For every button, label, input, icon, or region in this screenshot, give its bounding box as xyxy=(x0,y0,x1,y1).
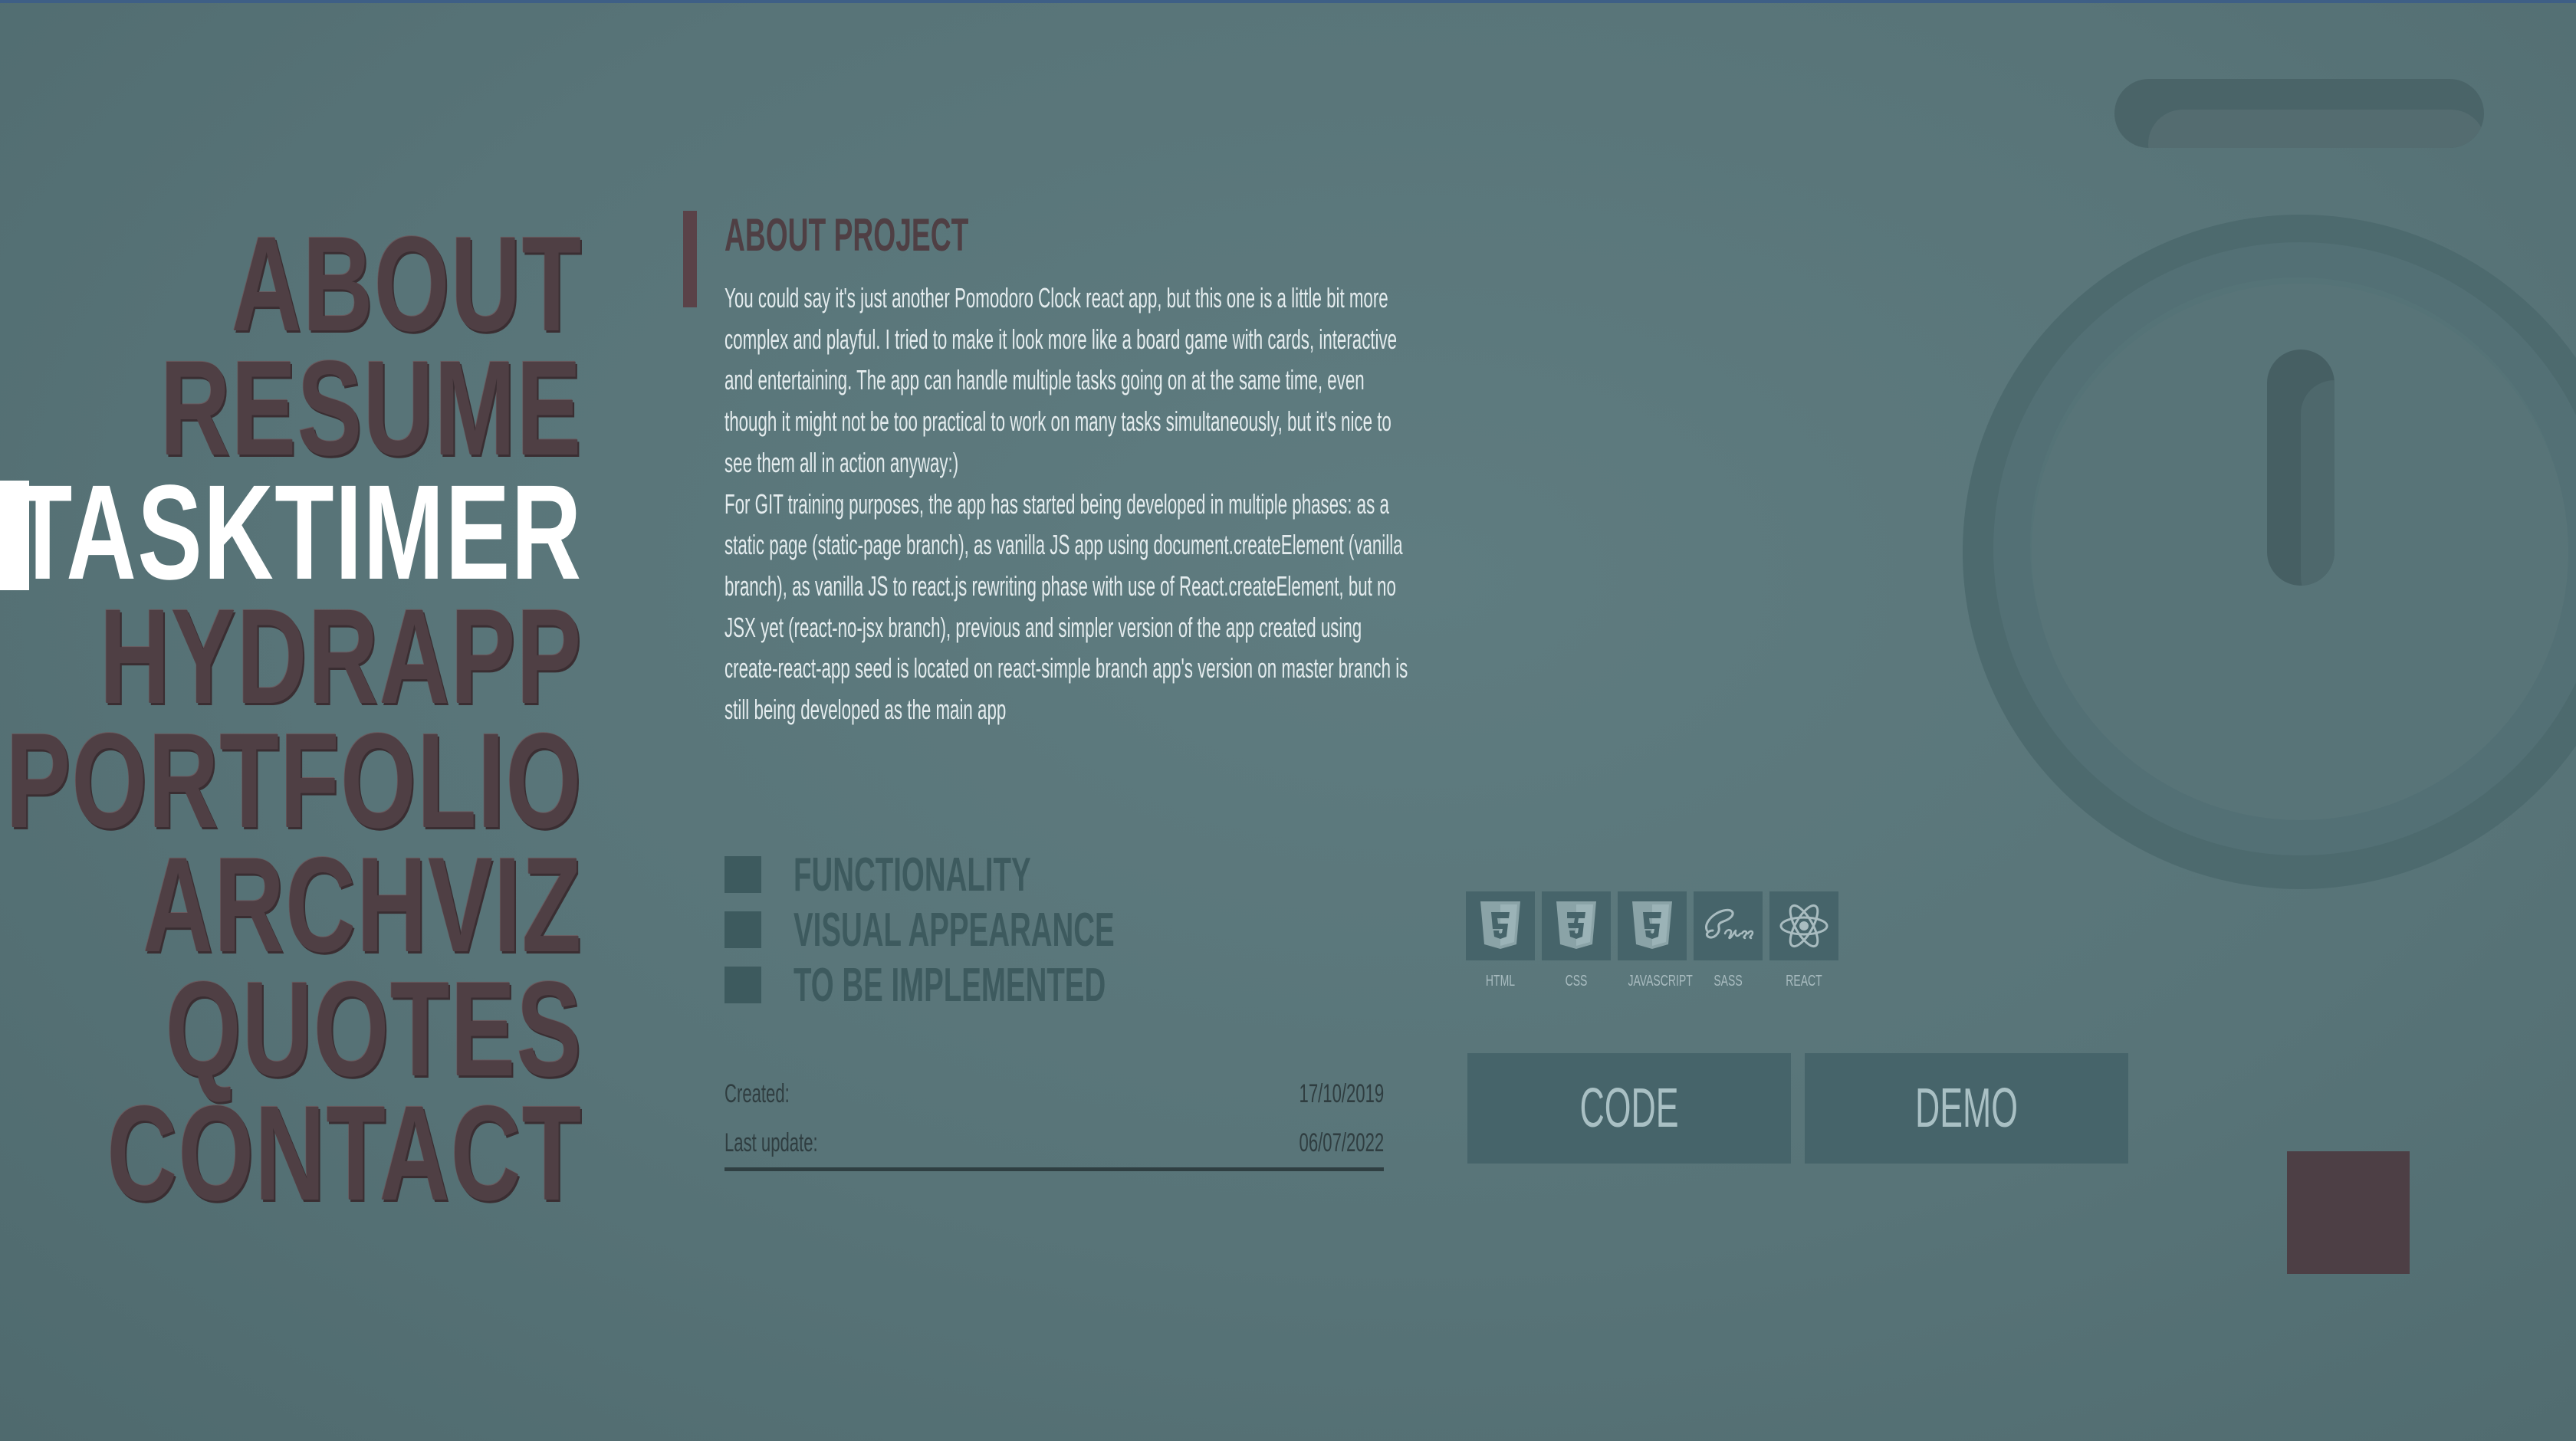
legend-label: TO BE IMPLEMENTED xyxy=(794,958,1106,1012)
sass-icon xyxy=(1694,891,1763,960)
decorative-square xyxy=(2287,1151,2410,1274)
react-icon xyxy=(1769,891,1838,960)
main-nav: ABOUT RESUME TASKTIMER HYDRAPP PORTFOLIO… xyxy=(0,217,583,1221)
legend-swatch xyxy=(724,856,761,893)
nav-item-contact[interactable]: CONTACT xyxy=(6,1086,583,1221)
description-paragraph: You could say it's just another Pomodoro… xyxy=(724,282,1398,478)
legend-item-functionality: FUNCTIONALITY xyxy=(724,847,1311,902)
legend-label: VISUAL APPEARANCE xyxy=(794,903,1115,957)
nav-item-resume[interactable]: RESUME xyxy=(6,341,583,476)
demo-button[interactable]: DEMO xyxy=(1805,1053,2128,1164)
project-description: You could say it's just another Pomodoro… xyxy=(724,277,1418,730)
nav-item-hydrapp[interactable]: HYDRAPP xyxy=(6,589,583,724)
nav-item-tasktimer[interactable]: TASKTIMER xyxy=(6,465,583,600)
created-date: 17/10/2019 xyxy=(1299,1078,1384,1108)
tech-label: CSS xyxy=(1565,973,1588,990)
meta-row-created: Created: 17/10/2019 xyxy=(724,1069,1384,1118)
javascript-icon xyxy=(1618,891,1687,960)
nav-item-about[interactable]: ABOUT xyxy=(6,217,583,352)
nav-item-archviz[interactable]: ARCHVIZ xyxy=(6,838,583,973)
legend-item-to-be-implemented: TO BE IMPLEMENTED xyxy=(724,957,1311,1013)
legend-label: FUNCTIONALITY xyxy=(794,848,1031,901)
updated-date: 06/07/2022 xyxy=(1299,1128,1384,1157)
legend-item-visual-appearance: VISUAL APPEARANCE xyxy=(724,902,1311,957)
app-frame: ABOUT RESUME TASKTIMER HYDRAPP PORTFOLIO… xyxy=(0,0,2576,1441)
tech-item-html: HTML xyxy=(1466,891,1535,990)
legend: FUNCTIONALITY VISUAL APPEARANCE TO BE IM… xyxy=(724,847,1311,1013)
tech-label: REACT xyxy=(1786,973,1822,990)
tech-stack: HTML CSS JAVASCRIPT SASS REACT xyxy=(1466,891,1838,990)
code-button-label: CODE xyxy=(1579,1078,1679,1139)
demo-button-label: DEMO xyxy=(1915,1078,2018,1139)
created-label: Created: xyxy=(724,1078,790,1108)
project-meta: Created: 17/10/2019 Last update: 06/07/2… xyxy=(724,1069,1384,1171)
nav-item-portfolio[interactable]: PORTFOLIO xyxy=(6,714,583,849)
section-accent-bar xyxy=(683,211,697,307)
tech-item-javascript: JAVASCRIPT xyxy=(1618,891,1693,990)
tech-item-css: CSS xyxy=(1542,891,1611,990)
description-paragraph: For GIT training purposes, the app has s… xyxy=(724,487,1408,726)
tech-item-sass: SASS xyxy=(1694,891,1763,990)
legend-swatch xyxy=(724,911,761,948)
nav-item-quotes[interactable]: QUOTES xyxy=(6,962,583,1097)
timer-top-pill xyxy=(2114,79,2484,148)
section-title: ABOUT PROJECT xyxy=(724,209,969,261)
meta-row-updated: Last update: 06/07/2022 xyxy=(724,1118,1384,1167)
legend-swatch xyxy=(724,967,761,1003)
tech-label: JAVASCRIPT xyxy=(1628,973,1693,990)
tech-label: SASS xyxy=(1714,973,1743,990)
html5-icon xyxy=(1466,891,1535,960)
code-button[interactable]: CODE xyxy=(1467,1053,1791,1164)
tech-label: HTML xyxy=(1485,973,1516,990)
css3-icon xyxy=(1542,891,1611,960)
timer-clock-hand xyxy=(2267,350,2334,586)
updated-label: Last update: xyxy=(724,1128,818,1157)
tech-item-react: REACT xyxy=(1769,891,1838,990)
